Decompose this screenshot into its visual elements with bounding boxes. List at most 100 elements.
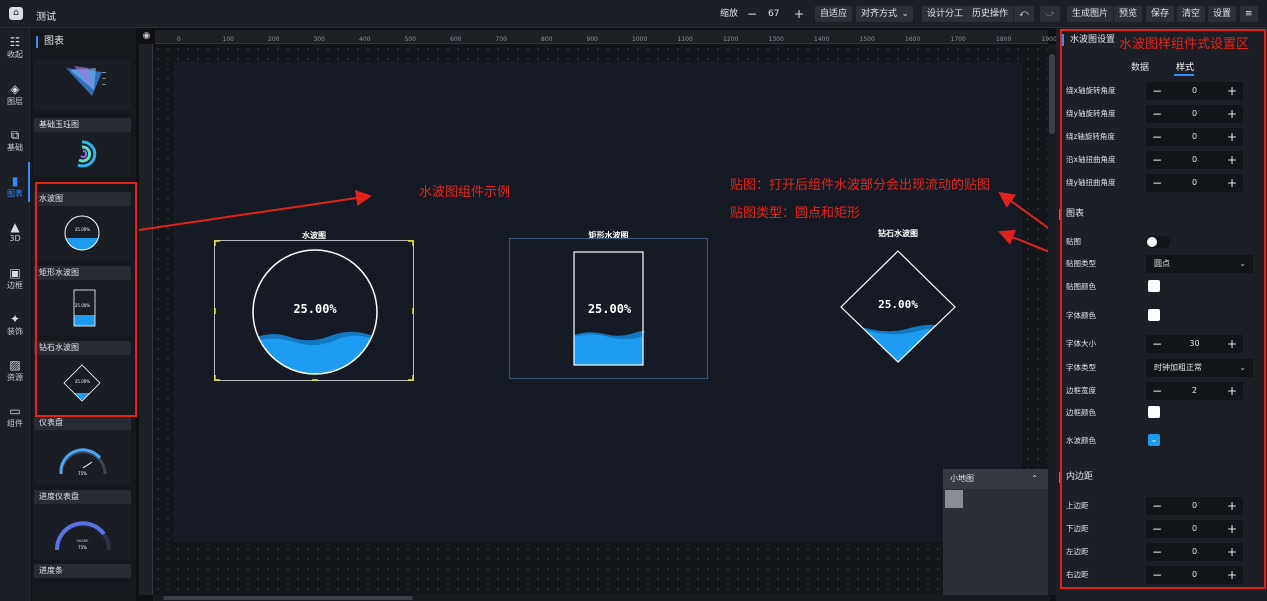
card-title: 进度仪表盘	[34, 490, 131, 504]
annotation-example: 水波图组件示例	[419, 185, 511, 200]
settings-button[interactable]: 设置	[1208, 6, 1237, 22]
card-gauge-value: 75%	[78, 545, 87, 550]
image-icon: ▨	[9, 358, 21, 372]
nav-charts[interactable]: ▮ 图表	[0, 174, 30, 199]
ruler-tick-label: 1900	[1041, 36, 1057, 43]
minimap-title: 小地图	[950, 474, 974, 483]
clear-button[interactable]: 清空	[1177, 6, 1206, 22]
ruler-tick-label: 1700	[950, 36, 966, 43]
basic-icon: ⧉	[10, 128, 20, 142]
widget-percent: 25.00%	[878, 298, 918, 311]
minimap-viewport[interactable]	[945, 490, 963, 508]
ruler-top: 0 100 200 300 400 500 600 700 800 900 1000 1100 1200…	[155, 30, 1057, 44]
highlight-liquid-cards	[35, 182, 137, 417]
card-title: 基础玉珏图	[34, 118, 131, 132]
save-button[interactable]: 保存	[1146, 6, 1175, 22]
minimap[interactable]: 小地图 ⌃	[943, 469, 1048, 595]
annotation-texture: 贴图：打开后组件水波部分会出现流动的贴图	[730, 178, 991, 193]
component-card-progress-gauge[interactable]: 进度仪表盘 SHARE 75%	[34, 490, 131, 560]
component-card-progress-bar[interactable]: 进度条	[34, 564, 131, 578]
ruler-tick-label: 1100	[677, 36, 693, 43]
eye-icon[interactable]: ◉	[140, 30, 153, 43]
ruler-tick-label: 1500	[859, 36, 875, 43]
widget-percent: 25.00%	[587, 302, 632, 316]
nav-borders[interactable]: ▣ 边框	[0, 266, 30, 291]
card-thumbnail	[34, 60, 131, 110]
border-icon: ▣	[9, 266, 21, 280]
home-logo-icon[interactable]: ⌂	[9, 7, 23, 20]
card-gauge-caption: SHARE	[76, 539, 89, 543]
component-icon: ▭	[9, 404, 21, 418]
ruler-tick-label: 1000	[632, 36, 648, 43]
zoom-label: 缩放	[720, 9, 739, 19]
generate-image-button[interactable]: 生成图片	[1067, 6, 1114, 22]
card-title: 进度条	[34, 564, 131, 578]
widget-percent: 25.00%	[293, 302, 337, 316]
category-header: 图表	[36, 36, 64, 48]
fit-button[interactable]: 自适应	[815, 6, 853, 22]
collapse-icon: ☷	[9, 35, 21, 49]
progress-gauge-thumbnail	[54, 521, 111, 551]
component-card[interactable]	[34, 60, 131, 110]
vertical-scrollbar[interactable]	[1048, 44, 1056, 595]
redo-icon[interactable]: ⤻	[1040, 6, 1060, 22]
nav-components[interactable]: ▭ 组件	[0, 404, 30, 429]
component-card[interactable]: 基础玉珏图	[34, 118, 131, 176]
ruler-tick-label: 500	[404, 36, 416, 43]
ruler-tick-label: 1200	[723, 36, 739, 43]
scroll-thumb[interactable]	[163, 596, 413, 600]
card-title: 仪表盘	[34, 416, 131, 430]
app-title: 测试	[36, 12, 56, 23]
cube-icon: ▲	[10, 220, 20, 234]
card-thumbnail	[34, 132, 131, 176]
nav-3d[interactable]: ▲ 3D	[0, 220, 30, 243]
chevron-up-icon[interactable]: ⌃	[1031, 469, 1038, 489]
zoom-in-button[interactable]: +	[789, 6, 809, 22]
preview-button[interactable]: 预览	[1114, 6, 1143, 22]
nav-layers[interactable]: ◈ 图层	[0, 82, 30, 107]
menu-icon[interactable]: ≡	[1240, 6, 1258, 22]
ruler-tick-label: 1300	[768, 36, 784, 43]
chevron-down-icon: ⌄	[901, 9, 910, 19]
widget-liquid-diamond[interactable]: 25.00%	[830, 240, 966, 376]
widget-liquid-circle[interactable]: 25.00%	[214, 240, 414, 381]
horizontal-scrollbar[interactable]	[153, 595, 1050, 601]
align-dropdown[interactable]: 对齐方式 ⌄	[856, 6, 914, 22]
top-toolbar: ⌂ 测试 缩放 − 67 + 自适应 对齐方式 ⌄ 设计分工 历史操作 ⤺ ⤻ 生…	[0, 0, 1267, 28]
chart-icon: ▮	[11, 174, 19, 188]
ruler-tick-label: 1800	[996, 36, 1012, 43]
ruler-tick-label: 600	[450, 36, 462, 43]
annotation-texture-type: 贴图类型：圆点和矩形	[730, 206, 861, 221]
icon-nav: ☷ 收起 ◈ 图层 ⧉ 基础 ▮ 图表 ▲ 3D ▣ 边框 ✦ 装饰 ▨ 资源 ▭ 组件	[0, 28, 30, 601]
ruler-tick-label: 1400	[814, 36, 830, 43]
ruler-tick-label: 0	[177, 36, 181, 43]
design-split-button[interactable]: 设计分工	[922, 6, 969, 22]
zoom-value[interactable]: 67	[768, 6, 779, 22]
fan-chart-thumbnail	[66, 66, 106, 96]
ruler-tick-label: 200	[268, 36, 280, 43]
history-button[interactable]: 历史操作	[967, 6, 1014, 22]
ruler-tick-label: 400	[359, 36, 371, 43]
layers-icon: ◈	[10, 82, 20, 96]
ruler-tick-label: 700	[495, 36, 507, 43]
ruler-left	[139, 44, 153, 595]
nav-basic[interactable]: ⧉ 基础	[0, 128, 30, 153]
zoom-out-button[interactable]: −	[742, 6, 762, 22]
ruler-tick-label: 300	[313, 36, 325, 43]
widget-title: 钻石水波图	[878, 229, 918, 238]
decor-icon: ✦	[9, 312, 21, 326]
nav-resources[interactable]: ▨ 资源	[0, 358, 30, 383]
highlight-style-settings	[1060, 29, 1266, 589]
ruler-tick-label: 800	[541, 36, 553, 43]
ruler-tick-label: 100	[222, 36, 234, 43]
nav-collapse[interactable]: ☷ 收起	[0, 35, 30, 60]
card-thumbnail: 75%	[34, 430, 131, 484]
jade-ring-thumbnail	[77, 140, 97, 168]
card-gauge-value: 75%	[78, 471, 87, 476]
component-card-gauge[interactable]: 仪表盘 75%	[34, 416, 131, 484]
scroll-thumb[interactable]	[1049, 54, 1055, 134]
nav-decor[interactable]: ✦ 装饰	[0, 312, 30, 337]
ruler-tick-label: 1600	[905, 36, 921, 43]
undo-icon[interactable]: ⤺	[1014, 6, 1034, 22]
widget-liquid-rect[interactable]: 25.00%	[509, 238, 708, 379]
